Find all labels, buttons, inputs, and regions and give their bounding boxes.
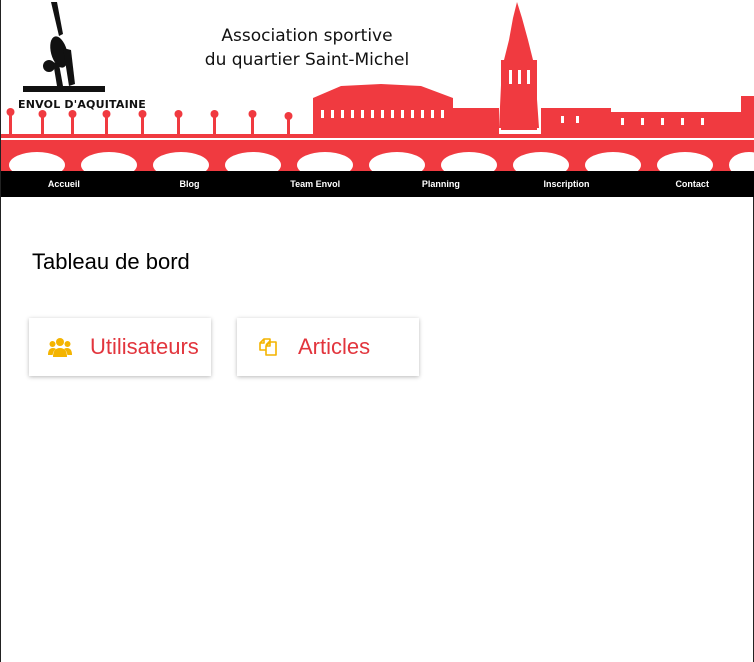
users-icon xyxy=(48,335,72,359)
nav-item-inscription[interactable]: Inscription xyxy=(504,171,630,197)
gymnast-logo xyxy=(23,2,105,92)
nav-item-accueil[interactable]: Accueil xyxy=(1,171,127,197)
nav-item-blog[interactable]: Blog xyxy=(127,171,253,197)
users-card-label: Utilisateurs xyxy=(90,334,199,359)
site-title-line1: Association sportive xyxy=(221,26,393,46)
copy-icon xyxy=(256,335,280,359)
site-title-line2: du quartier Saint-Michel xyxy=(204,50,410,70)
users-card[interactable]: Utilisateurs xyxy=(29,318,211,376)
nav-item-team-envol[interactable]: Team Envol xyxy=(252,171,378,197)
nav-item-planning[interactable]: Planning xyxy=(378,171,504,197)
page-title: Tableau de bord xyxy=(32,249,190,274)
logo-text: ENVOL D'AQUITAINE xyxy=(18,98,146,111)
articles-card-label: Articles xyxy=(298,334,371,359)
articles-card[interactable]: Articles xyxy=(237,318,419,376)
header-banner: ENVOL D'AQUITAINE Association sportive d… xyxy=(1,0,754,171)
main-navbar: Accueil Blog Team Envol Planning Inscrip… xyxy=(1,171,754,197)
nav-item-contact[interactable]: Contact xyxy=(629,171,754,197)
